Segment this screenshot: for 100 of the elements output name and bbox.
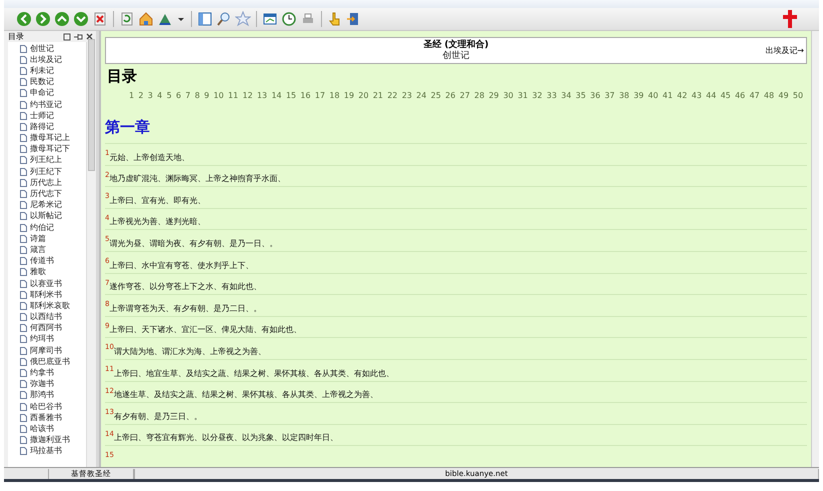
chapter-link[interactable]: 44: [706, 90, 716, 100]
chapter-link[interactable]: 14: [271, 90, 282, 100]
tree-item[interactable]: 约书亚记: [8, 98, 86, 110]
chapter-link[interactable]: 2: [138, 90, 144, 100]
chapter-link[interactable]: 10: [214, 90, 224, 100]
chapter-link[interactable]: 23: [402, 90, 412, 100]
chapter-link[interactable]: 35: [576, 90, 586, 100]
chapter-link[interactable]: 43: [692, 90, 702, 100]
tree-item[interactable]: 传道书: [8, 256, 86, 267]
chapter-link[interactable]: 47: [749, 90, 760, 100]
tree-item[interactable]: 玛拉基书: [8, 446, 86, 457]
chapter-link[interactable]: 25: [430, 90, 441, 100]
restore-icon[interactable]: [63, 32, 71, 40]
tree-item[interactable]: 民数记: [8, 76, 86, 88]
tree-item[interactable]: 以斯帖记: [8, 210, 86, 222]
chapter-link[interactable]: 3: [148, 90, 153, 100]
chapter-link[interactable]: 40: [648, 90, 658, 100]
chapter-link[interactable]: 20: [358, 90, 369, 100]
tree-item[interactable]: 列王纪下: [8, 166, 86, 178]
chapter-link[interactable]: 1: [129, 90, 134, 100]
chapter-link[interactable]: 48: [764, 90, 774, 100]
tree-item[interactable]: 士师记: [8, 110, 86, 122]
tree-item[interactable]: 阿摩司书: [8, 345, 86, 356]
chapter-link[interactable]: 18: [329, 90, 340, 100]
tree-item[interactable]: 以西结书: [8, 312, 86, 323]
tree-item[interactable]: 约拿书: [8, 367, 86, 379]
chapter-link[interactable]: 4: [157, 90, 162, 100]
chapter-link[interactable]: 5: [166, 90, 172, 100]
chapter-link[interactable]: 16: [300, 90, 311, 100]
chapter-link[interactable]: 36: [590, 90, 600, 100]
chapter-link[interactable]: 38: [619, 90, 630, 100]
tree-item[interactable]: 西番雅书: [8, 412, 86, 424]
tree-item[interactable]: 历代志上: [8, 177, 86, 188]
tree-item[interactable]: 撒母耳记下: [8, 144, 86, 155]
chapter-link[interactable]: 12: [242, 90, 253, 100]
chapter-link[interactable]: 8: [194, 90, 200, 100]
tree-item[interactable]: 约珥书: [8, 334, 86, 346]
tree-item[interactable]: 撒母耳记上: [8, 132, 86, 144]
tree-item[interactable]: 那鸿书: [8, 390, 86, 401]
chapter-link[interactable]: 26: [445, 90, 456, 100]
tree-item[interactable]: 雅歌: [8, 266, 86, 278]
panel-icon[interactable]: [197, 11, 213, 27]
chapter-link[interactable]: 7: [185, 90, 190, 100]
chapter-link[interactable]: 28: [474, 90, 484, 100]
history-icon[interactable]: [281, 11, 297, 27]
star-icon[interactable]: [235, 11, 251, 27]
tree-item[interactable]: 约伯记: [8, 222, 86, 234]
window-icon[interactable]: [262, 11, 278, 27]
tree-item[interactable]: 利未记: [8, 65, 86, 77]
search-icon[interactable]: [216, 11, 232, 27]
tree-item[interactable]: 出埃及记: [8, 54, 86, 66]
tree-item[interactable]: 哈该书: [8, 423, 86, 435]
chapter-link[interactable]: 22: [387, 90, 398, 100]
tree-item[interactable]: 何西阿书: [8, 322, 86, 334]
tree-item[interactable]: 耶利米书: [8, 289, 86, 300]
tree-item[interactable]: 以赛亚书: [8, 278, 86, 290]
tree-item[interactable]: 哈巴谷书: [8, 401, 86, 412]
chapter-link[interactable]: 19: [344, 90, 354, 100]
tree-item[interactable]: 尼希米记: [8, 200, 86, 211]
tree-item[interactable]: 路得记: [8, 121, 86, 132]
chapter-link[interactable]: 17: [314, 90, 326, 100]
chapter-link[interactable]: 39: [634, 90, 644, 100]
chapter-link[interactable]: 46: [734, 90, 746, 100]
tree-item[interactable]: 诗篇: [8, 233, 86, 244]
tree-item[interactable]: 历代志下: [8, 188, 86, 200]
chapter-link[interactable]: 41: [662, 90, 673, 100]
tree-item[interactable]: 撒迦利亚书: [8, 434, 86, 446]
chapter-link[interactable]: 15: [286, 90, 296, 100]
tree-item[interactable]: 列王纪上: [8, 154, 86, 166]
chapter-link[interactable]: 30: [503, 90, 514, 100]
next-book-link[interactable]: 出埃及记→: [765, 45, 804, 56]
chapter-link[interactable]: 13: [256, 90, 268, 100]
chapter-link[interactable]: 32: [532, 90, 542, 100]
chapter-link[interactable]: 34: [561, 90, 572, 100]
home-icon[interactable]: [138, 11, 154, 27]
chapter-link[interactable]: 49: [778, 90, 789, 100]
tree-item[interactable]: 俄巴底亚书: [8, 356, 86, 368]
stop-icon[interactable]: [92, 11, 108, 27]
chapter-link[interactable]: 31: [518, 90, 528, 100]
tree-item[interactable]: 弥迦书: [8, 378, 86, 390]
chapter-link[interactable]: 6: [176, 90, 182, 100]
chapter-link[interactable]: 29: [488, 90, 499, 100]
chapter-link[interactable]: 21: [372, 90, 384, 100]
tree-item[interactable]: 耶利米哀歌: [8, 300, 86, 312]
refresh-icon[interactable]: [119, 11, 135, 27]
tree-item[interactable]: 创世记: [8, 43, 86, 54]
chapter-link[interactable]: 27: [460, 90, 470, 100]
chapter-link[interactable]: 37: [604, 90, 615, 100]
close-icon[interactable]: [86, 33, 93, 40]
scrollbar[interactable]: [86, 42, 96, 467]
tree-item[interactable]: 箴言: [8, 244, 86, 256]
chapter-link[interactable]: 24: [416, 90, 426, 100]
chapter-link[interactable]: 50: [792, 90, 804, 100]
tree-item[interactable]: 申命记: [8, 88, 86, 99]
chapter-link[interactable]: 42: [677, 90, 688, 100]
chapter-link[interactable]: 45: [720, 90, 731, 100]
chapter-link[interactable]: 11: [228, 90, 238, 100]
chapter-link[interactable]: 9: [204, 90, 210, 100]
pin-icon[interactable]: [74, 32, 83, 40]
chapter-link[interactable]: 33: [546, 90, 557, 100]
